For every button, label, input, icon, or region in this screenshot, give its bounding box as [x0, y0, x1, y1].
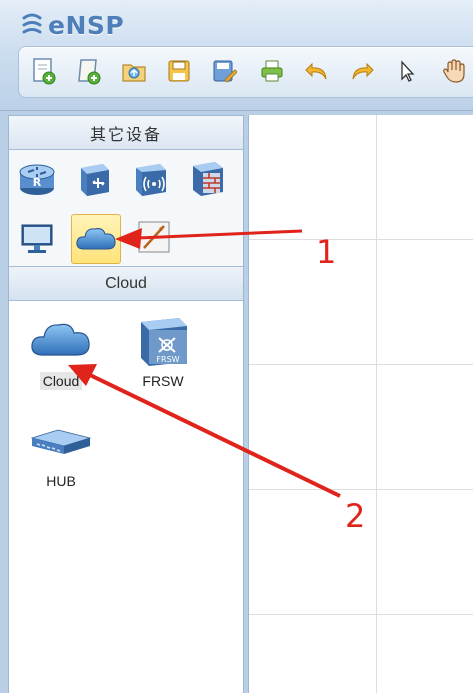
category-firewall[interactable] [185, 156, 231, 202]
new-topology-icon [33, 58, 56, 85]
switch-icon [81, 164, 109, 196]
save-icon [168, 60, 190, 82]
section-title: Cloud [9, 266, 243, 301]
title-bar: eNSP [0, 0, 473, 111]
save-as-icon [213, 60, 237, 83]
wireless-icon [136, 164, 166, 196]
firewall-icon [193, 162, 223, 196]
print-button[interactable] [257, 56, 287, 86]
ensp-window: eNSP 其它设备 R Cloud Cloud FRSW FRSW HUB 1 … [0, 0, 473, 693]
cloud-icon [76, 228, 116, 250]
open-folder-icon [122, 64, 146, 82]
undo-icon [305, 62, 327, 80]
print-icon [261, 60, 283, 82]
frsw-icon: FRSW [141, 318, 187, 366]
save-button[interactable] [164, 56, 194, 86]
link-icon [138, 221, 170, 253]
pan-button[interactable] [439, 56, 469, 86]
redo-button[interactable] [347, 56, 377, 86]
device-label: FRSW [142, 373, 184, 389]
annotation-label-2: 2 [345, 497, 366, 535]
main-toolbar [18, 46, 473, 98]
cloud-icon [31, 323, 90, 356]
device-frsw[interactable]: FRSW FRSW [113, 309, 213, 399]
new-example-button[interactable] [74, 56, 104, 86]
pointer-icon [401, 60, 415, 82]
ensp-logo-icon [22, 13, 42, 34]
open-button[interactable] [119, 56, 149, 86]
hand-icon [443, 59, 465, 83]
topology-canvas[interactable] [248, 115, 473, 693]
frsw-badge-text: FRSW [156, 355, 179, 364]
redo-icon [352, 62, 374, 80]
device-cloud[interactable]: Cloud [11, 309, 111, 399]
device-label: HUB [46, 473, 76, 489]
category-switch[interactable] [71, 156, 117, 202]
router-icon: R [19, 164, 55, 195]
panel-title: 其它设备 [9, 116, 243, 150]
pc-icon [21, 224, 53, 253]
category-router[interactable]: R [14, 156, 60, 202]
save-as-button[interactable] [209, 56, 239, 86]
device-category-palette: R [9, 150, 243, 266]
category-connection[interactable] [131, 214, 177, 260]
select-button[interactable] [392, 56, 422, 86]
device-label: Cloud [39, 372, 83, 390]
app-title: eNSP [48, 10, 125, 40]
category-other-devices[interactable] [71, 214, 121, 264]
device-panel: 其它设备 R Cloud Cloud FRSW FRSW HUB [8, 115, 244, 693]
app-logo: eNSP [20, 9, 124, 41]
device-hub[interactable]: HUB [11, 409, 111, 499]
new-example-icon [78, 59, 101, 85]
new-topology-button[interactable] [29, 56, 59, 86]
category-terminal[interactable] [14, 214, 60, 260]
hub-icon [30, 429, 92, 454]
annotation-label-1: 1 [316, 233, 337, 271]
undo-button[interactable] [302, 56, 332, 86]
category-wlan[interactable] [128, 156, 174, 202]
svg-text:R: R [33, 176, 42, 189]
